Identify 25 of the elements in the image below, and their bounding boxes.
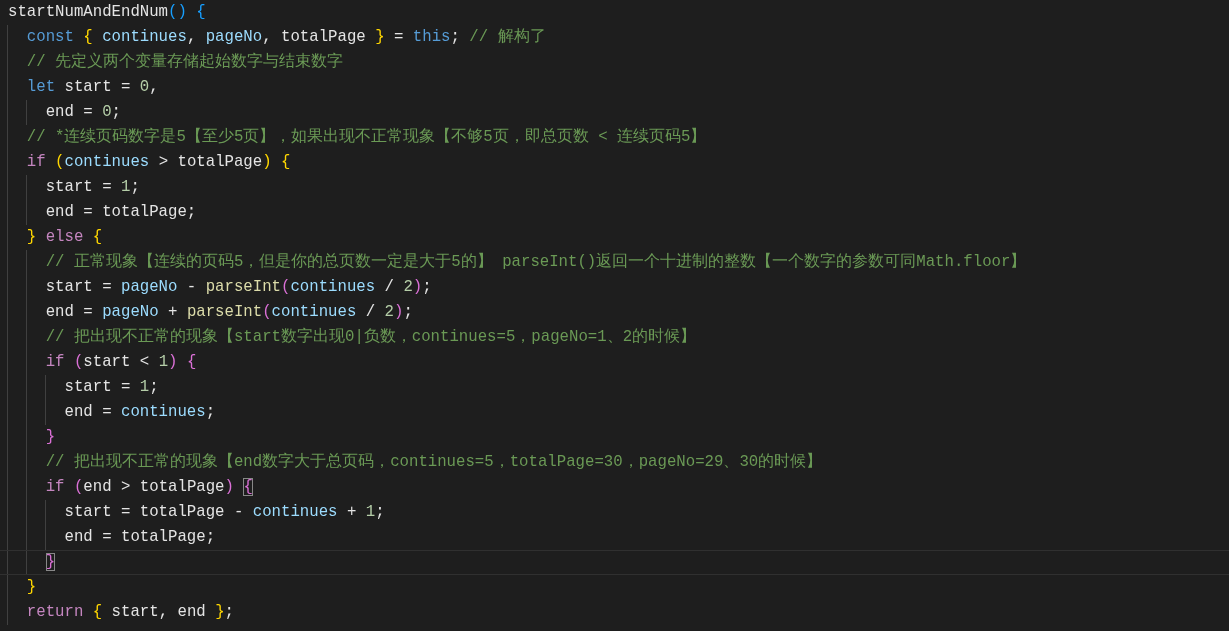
- code-line: start = 1;: [8, 175, 1229, 200]
- code-line: // 把出现不正常的现象【end数字大于总页码，continues=5，totalPage=30，pageNo=29、30的时候】: [8, 450, 1229, 475]
- code-line: let start = 0,: [8, 75, 1229, 100]
- code-line: // *连续页码数字是5【至少5页】，如果出现不正常现象【不够5页，即总页数 < 连续页码5】: [8, 125, 1229, 150]
- code-line: } else {: [8, 225, 1229, 250]
- code-line: end = pageNo + parseInt(continues / 2);: [8, 300, 1229, 325]
- code-line: end = continues;: [8, 400, 1229, 425]
- code-line: }: [8, 425, 1229, 450]
- code-line: startNumAndEndNum() {: [8, 2, 207, 23]
- code-line: if (end > totalPage) {: [8, 475, 1229, 500]
- code-line: const { continues, pageNo, totalPage } = this; // 解构了: [8, 25, 1229, 50]
- code-line: if (continues > totalPage) {: [8, 150, 1229, 175]
- code-line: end = totalPage;: [8, 200, 1229, 225]
- code-line: end = totalPage;: [8, 525, 1229, 550]
- code-line: }: [0, 550, 1229, 575]
- code-line: if (start < 1) {: [8, 350, 1229, 375]
- code-line: start = totalPage - continues + 1;: [8, 500, 1229, 525]
- code-line: end = 0;: [8, 100, 1229, 125]
- code-line: // 正常现象【连续的页码5，但是你的总页数一定是大于5的】 parseInt()返回一个十进制的整数【一个数字的参数可同Math.floor】: [8, 250, 1229, 275]
- code-line: }: [8, 575, 1229, 600]
- code-line: // 把出现不正常的现象【start数字出现0|负数，continues=5，pageNo=1、2的时候】: [8, 325, 1229, 350]
- code-line: start = pageNo - parseInt(continues / 2);: [8, 275, 1229, 300]
- code-line: return { start, end };: [8, 600, 1229, 625]
- code-line: // 先定义两个变量存储起始数字与结束数字: [8, 50, 1229, 75]
- code-line: start = 1;: [8, 375, 1229, 400]
